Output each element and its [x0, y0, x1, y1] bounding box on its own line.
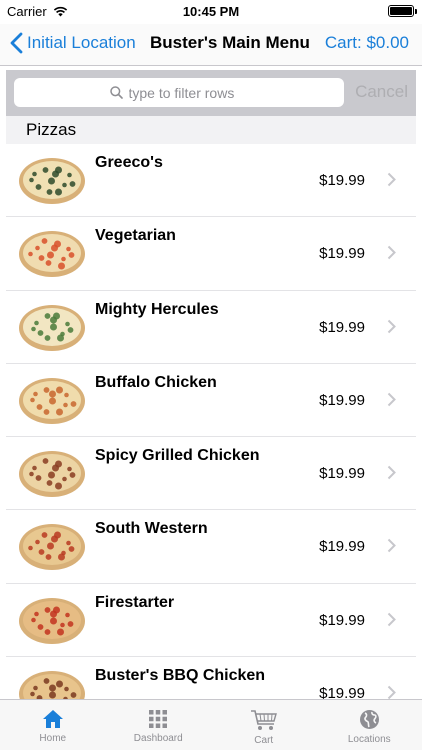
back-button[interactable]: Initial Location	[10, 32, 136, 54]
menu-item-row[interactable]: South Western $19.99	[6, 510, 416, 584]
chevron-right-icon	[387, 612, 396, 626]
section-header-pizzas: Pizzas	[6, 116, 416, 144]
chevron-right-icon	[387, 685, 396, 699]
menu-item-price: $19.99	[319, 318, 365, 336]
cart-button[interactable]: Cart: $0.00	[325, 33, 409, 53]
chevron-right-icon	[387, 246, 396, 260]
chevron-right-icon	[387, 319, 396, 333]
menu-item-price: $19.99	[319, 172, 365, 189]
chevron-left-icon	[10, 32, 23, 54]
menu-list: Greeco's $19.99 Vegetarian $19.99 Mighty…	[6, 144, 416, 699]
menu-item-price: $19.99	[319, 465, 365, 483]
pizza-image	[19, 304, 85, 351]
tab-label: Dashboard	[133, 733, 183, 744]
search-field[interactable]	[14, 78, 344, 107]
pizza-image	[19, 524, 85, 571]
menu-item-name: Buffalo Chicken	[95, 373, 217, 391]
menu-item-row[interactable]: Spicy Grilled Chicken $19.99	[6, 437, 416, 511]
menu-item-row[interactable]: Buster's BBQ Chicken $19.99	[6, 657, 416, 699]
tab-home[interactable]: Home	[0, 700, 106, 750]
cart-icon	[250, 710, 277, 730]
tab-dashboard[interactable]: Dashboard	[106, 700, 212, 750]
tab-label: Cart	[254, 735, 274, 746]
pizza-image	[19, 158, 85, 204]
tab-locations[interactable]: Locations	[317, 700, 422, 750]
pizza-image	[19, 671, 85, 699]
chevron-right-icon	[387, 539, 396, 553]
menu-item-row[interactable]: Vegetarian $19.99	[6, 217, 416, 291]
search-input[interactable]	[128, 84, 249, 101]
menu-item-price: $19.99	[319, 245, 365, 263]
menu-item-row[interactable]: Buffalo Chicken $19.99	[6, 364, 416, 438]
battery-icon	[388, 5, 417, 17]
menu-item-row[interactable]: Greeco's $19.99	[6, 144, 416, 218]
menu-item-name: Mighty Hercules	[95, 300, 219, 318]
menu-item-row[interactable]: Firestarter $19.99	[6, 584, 416, 658]
pizza-image	[19, 231, 85, 278]
menu-item-price: $19.99	[319, 391, 365, 409]
menu-item-name: Vegetarian	[95, 227, 176, 245]
chevron-right-icon	[387, 465, 396, 480]
grid-icon	[149, 710, 168, 728]
tab-label: Home	[39, 733, 67, 744]
menu-item-name: South Western	[95, 520, 208, 538]
menu-item-price: $19.99	[319, 685, 365, 699]
menu-item-name: Firestarter	[95, 593, 175, 611]
menu-item-name: Greeco's	[95, 154, 163, 171]
back-button-label: Initial Location	[27, 33, 136, 52]
search-bar: Cancel	[6, 70, 416, 116]
pizza-image	[19, 597, 85, 644]
status-time: 10:45 PM	[182, 4, 240, 19]
status-bar: Carrier 10:45 PM	[0, 0, 422, 24]
menu-item-row[interactable]: Mighty Hercules $19.99	[6, 291, 416, 364]
pizza-image	[19, 377, 85, 424]
menu-item-name: Buster's BBQ Chicken	[95, 667, 266, 685]
tab-bar: Home Dashboard Cart Locations	[0, 699, 422, 750]
page-title: Buster's Main Menu	[150, 33, 310, 52]
globe-icon	[359, 710, 379, 729]
search-icon	[109, 86, 123, 99]
home-icon	[42, 710, 63, 728]
menu-item-name: Spicy Grilled Chicken	[95, 447, 260, 465]
menu-item-price: $19.99	[319, 611, 365, 629]
menu-item-price: $19.99	[319, 538, 365, 556]
tab-cart[interactable]: Cart	[211, 700, 317, 750]
chevron-right-icon	[387, 172, 396, 187]
pizza-image	[19, 451, 85, 498]
chevron-right-icon	[387, 392, 396, 407]
cancel-button[interactable]: Cancel	[355, 82, 408, 102]
navigation-bar: Initial Location Buster's Main Menu Cart…	[0, 24, 422, 66]
tab-label: Locations	[347, 734, 391, 745]
